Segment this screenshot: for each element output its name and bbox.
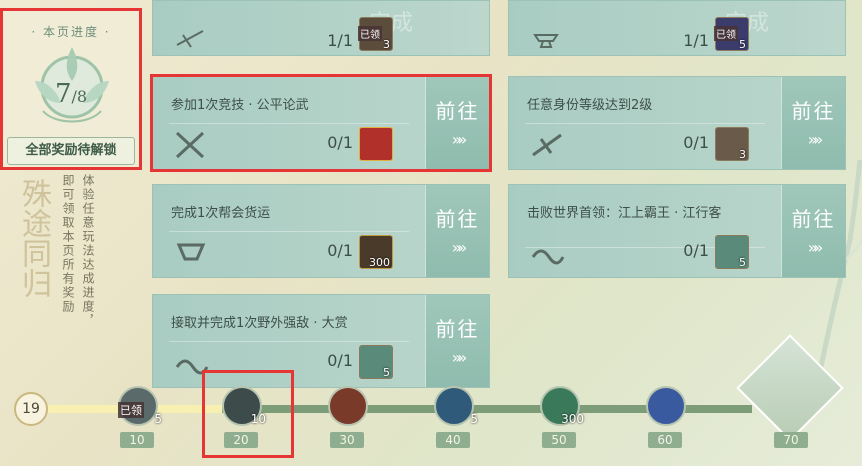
go-button[interactable]: 前往 »»: [781, 77, 845, 169]
chevrons-icon: »»: [807, 238, 824, 257]
reward-item[interactable]: [359, 127, 393, 161]
task-card-freight: 完成1次帮会货运 0/1 300 前往 »»: [152, 184, 490, 278]
task-card-completed-right: 完成 1/1 已领 5: [508, 0, 846, 56]
task-card-arena: 参加1次竞技 · 公平论武 0/1 前往 »»: [152, 76, 490, 170]
chevrons-icon: »»: [807, 130, 824, 149]
task-count: 0/1: [327, 351, 353, 370]
track-reward-60[interactable]: [646, 386, 686, 426]
reward-qty: 5: [739, 38, 746, 51]
anvil-icon: [533, 34, 559, 48]
reward-track: 19 已领 5 10 10 20 30 5 40 300 50 60 70: [0, 334, 862, 466]
cart-icon: [176, 243, 206, 261]
go-button[interactable]: 前往 »»: [425, 185, 489, 277]
task-card-completed-left: 完成 1/1 已领 3: [152, 0, 490, 56]
claimed-badge: 已领: [358, 26, 382, 41]
task-title: 接取并完成1次野外强敌 · 大赏: [171, 316, 348, 331]
milestone-label: 70: [774, 432, 808, 448]
milestone-label: 30: [330, 432, 364, 448]
calligraphy-title: 殊途同归: [16, 178, 51, 298]
bamboo-leaf-icon: [532, 133, 562, 157]
milestone-label: 20: [224, 432, 258, 448]
chevrons-icon: »»: [451, 348, 468, 367]
progress-title: · 本页进度 ·: [31, 25, 111, 39]
reward-item[interactable]: 5: [359, 345, 393, 379]
task-count: 0/1: [683, 133, 709, 152]
reward-qty: 5: [739, 256, 746, 269]
claimed-badge: 已领: [714, 26, 738, 41]
final-reward-portrait[interactable]: [736, 334, 844, 442]
track-reward-30[interactable]: [328, 386, 368, 426]
reward-qty: 3: [383, 38, 390, 51]
task-count: 1/1: [327, 31, 353, 50]
all-rewards-locked-label: 全部奖励待解锁: [7, 137, 135, 165]
task-count: 1/1: [683, 31, 709, 50]
task-card-boss: 击败世界首领：江上霸王 · 江行客 0/1 5 前往 »»: [508, 184, 846, 278]
page-progress-panel: · 本页进度 · 7/8 全部奖励待解锁: [0, 8, 142, 170]
current-level-badge: 19: [14, 392, 48, 426]
reward-qty: 300: [369, 256, 390, 269]
task-title: 任意身份等级达到2级: [527, 98, 653, 113]
go-button[interactable]: 前往 »»: [425, 295, 489, 387]
crossed-swords-icon: [175, 131, 205, 159]
wave-icon: [531, 249, 565, 265]
page-description: 体验任意玩法达成进度，即可领取本页所有奖励: [61, 174, 95, 328]
track-reward-10[interactable]: 已领 5: [118, 386, 162, 426]
track-reward-40[interactable]: 5: [434, 386, 478, 426]
reward-item[interactable]: 5: [715, 235, 749, 269]
milestone-label: 50: [542, 432, 576, 448]
claimed-badge: 已领: [118, 402, 144, 418]
bamboo-leaf-icon: [176, 30, 204, 48]
go-button[interactable]: 前往 »»: [425, 77, 489, 169]
track-reward-20[interactable]: 10: [222, 386, 266, 426]
chevrons-icon: »»: [451, 238, 468, 257]
track-reward-50[interactable]: 300: [540, 386, 584, 426]
task-card-bounty: 接取并完成1次野外强敌 · 大赏 0/1 5 前往 »»: [152, 294, 490, 388]
go-button[interactable]: 前往 »»: [781, 185, 845, 277]
task-title: 完成1次帮会货运: [171, 206, 271, 221]
task-title: 参加1次竞技 · 公平论武: [171, 98, 309, 113]
reward-item[interactable]: 300: [359, 235, 393, 269]
reward-qty: 3: [739, 148, 746, 161]
chevrons-icon: »»: [451, 130, 468, 149]
task-card-level: 任意身份等级达到2级 0/1 3 前往 »»: [508, 76, 846, 170]
task-count: 0/1: [683, 241, 709, 260]
milestone-label: 60: [648, 432, 682, 448]
reward-item[interactable]: 已领 3: [358, 17, 393, 51]
reward-item[interactable]: 已领 5: [714, 17, 749, 51]
reward-item[interactable]: 3: [715, 127, 749, 161]
task-count: 0/1: [327, 133, 353, 152]
wave-icon: [175, 359, 209, 375]
task-title: 击败世界首领：江上霸王 · 江行客: [527, 206, 722, 221]
milestone-label: 10: [120, 432, 154, 448]
milestone-label: 40: [436, 432, 470, 448]
progress-value: 7/8: [54, 79, 88, 109]
task-count: 0/1: [327, 241, 353, 260]
